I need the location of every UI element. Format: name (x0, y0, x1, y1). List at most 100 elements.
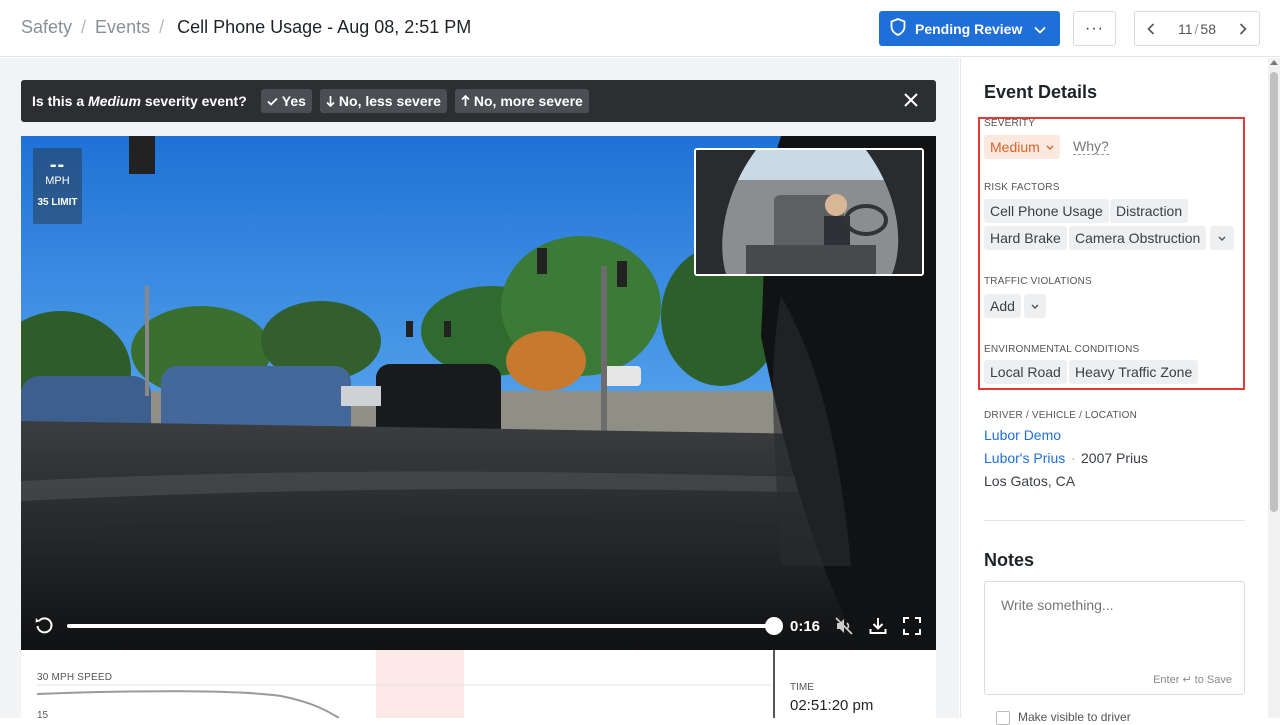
playback-scrubber[interactable] (67, 624, 774, 628)
event-details-title: Event Details (984, 82, 1098, 102)
risk-factors-label: RISK FACTORS (984, 182, 1060, 193)
severity-value: Medium (990, 139, 1040, 155)
arrow-up-icon (461, 95, 470, 106)
playhead-line (773, 650, 775, 718)
replay-button[interactable] (33, 614, 55, 636)
why-link[interactable]: Why? (1073, 138, 1109, 155)
severity-label: SEVERITY (984, 118, 1036, 129)
breadcrumb: Safety / Events / Cell Phone Usage - Aug 08,… (21, 17, 471, 38)
severity-prompt-bar: Is this a Medium severity event? Yes No,… (21, 80, 936, 122)
visible-to-driver-checkbox[interactable] (996, 711, 1010, 725)
time-value: 02:51:20 pm (790, 697, 874, 714)
event-location: Los Gatos, CA (984, 473, 1076, 489)
speed-axis-label: 30 MPH SPEED (37, 672, 113, 683)
check-icon (267, 97, 278, 106)
event-pager: 11/58 (1134, 11, 1260, 46)
scroll-up-arrow-icon[interactable] (1270, 60, 1278, 65)
risk-factor-tag[interactable]: Distraction (1110, 199, 1189, 223)
section-divider (984, 520, 1245, 521)
confirm-yes-button[interactable]: Yes (260, 89, 312, 113)
breadcrumb-safety[interactable]: Safety (21, 17, 72, 37)
risk-factor-tag[interactable]: Camera Obstruction (1069, 226, 1207, 250)
chevron-down-icon (1046, 145, 1054, 150)
shield-icon (890, 18, 906, 39)
environment-tag[interactable]: Local Road (984, 360, 1067, 384)
ellipsis-icon: ··· (1085, 19, 1104, 37)
notes-title: Notes (984, 550, 1035, 570)
event-details-panel: Event Details SEVERITY Medium Why? RISK … (960, 58, 1268, 725)
risk-factor-tag[interactable]: Hard Brake (984, 226, 1067, 250)
add-traffic-violation-button[interactable]: Add (984, 294, 1021, 318)
download-button[interactable] (867, 615, 889, 637)
time-label: TIME (790, 682, 814, 693)
risk-factor-tag[interactable]: Cell Phone Usage (984, 199, 1109, 223)
visible-to-driver-label: Make visible to driver (1018, 710, 1131, 724)
less-severe-label: No, less severe (338, 93, 441, 109)
chevron-right-icon (1239, 22, 1247, 35)
risk-factors-dropdown[interactable] (1210, 226, 1234, 250)
environment-tag[interactable]: Heavy Traffic Zone (1069, 360, 1199, 384)
vehicle-model: 2007 Prius (1081, 450, 1148, 466)
fullscreen-button[interactable] (901, 615, 923, 637)
download-icon (869, 618, 887, 634)
driver-camera-inset[interactable] (694, 148, 924, 276)
more-severe-label: No, more severe (473, 93, 583, 109)
breadcrumb-separator: / (159, 17, 165, 37)
playback-time: 0:16 (790, 618, 821, 635)
environmental-conditions-label: ENVIRONMENTAL CONDITIONS (984, 344, 1140, 355)
arrow-down-icon (326, 96, 335, 107)
pager-position: 11/58 (1167, 21, 1227, 37)
breadcrumb-separator: / (81, 17, 87, 37)
severity-dropdown[interactable]: Medium (984, 135, 1060, 159)
fullscreen-icon (903, 617, 921, 635)
pager-total: 58 (1200, 20, 1216, 37)
notes-save-hint: Enter ↵ to Save (1153, 674, 1232, 686)
severity-question: Is this a Medium severity event? (32, 93, 247, 109)
traffic-violations-dropdown[interactable] (1024, 294, 1046, 318)
speed-unit: MPH (45, 175, 70, 187)
chevron-down-icon (1218, 236, 1226, 241)
traffic-violations-label: TRAFFIC VIOLATIONS (984, 276, 1092, 287)
vehicle-link[interactable]: Lubor's Prius (984, 450, 1065, 466)
notes-input[interactable]: Write something... Enter ↵ to Save (984, 581, 1245, 695)
close-icon (904, 93, 918, 107)
more-severe-button[interactable]: No, more severe (454, 89, 589, 113)
notes-placeholder: Write something... (1001, 597, 1114, 613)
next-event-button[interactable] (1227, 12, 1259, 45)
prompt-suffix: severity event? (144, 93, 247, 109)
more-options-button[interactable]: ··· (1073, 11, 1116, 46)
driver-vehicle-location-label: DRIVER / VEHICLE / LOCATION (984, 410, 1138, 421)
speed-limit: 35 LIMIT (37, 197, 78, 208)
chevron-left-icon (1147, 22, 1155, 35)
chevron-down-icon (1031, 304, 1039, 309)
chevron-down-icon (1034, 21, 1046, 37)
breadcrumb-events[interactable]: Events (95, 17, 150, 37)
event-highlight-region (376, 650, 464, 718)
speed-series-line (36, 690, 340, 718)
pending-review-label: Pending Review (915, 20, 1023, 37)
replay-icon (35, 617, 53, 634)
prompt-prefix: Is this a (32, 93, 85, 109)
prompt-severity-word: Medium (88, 93, 141, 109)
mute-button[interactable] (833, 615, 855, 637)
previous-event-button[interactable] (1135, 12, 1167, 45)
volume-muted-icon (835, 617, 853, 635)
cabin-camera-frame (696, 150, 922, 274)
speed-chart: 30 MPH SPEED 15 TIME 02:51:20 pm (21, 650, 936, 721)
pending-review-button[interactable]: Pending Review (879, 11, 1060, 46)
speed-overlay: -- MPH 35 LIMIT (33, 148, 82, 224)
pager-current: 11 (1177, 20, 1193, 37)
less-severe-button[interactable]: No, less severe (319, 89, 447, 113)
vehicle-separator: · (1071, 450, 1076, 466)
top-header: Safety / Events / Cell Phone Usage - Aug 08,… (0, 0, 1280, 57)
event-video-player[interactable]: -- MPH 35 LIMIT 0:16 (21, 136, 936, 650)
speed-tick-label: 15 (37, 710, 49, 721)
driver-link[interactable]: Lubor Demo (984, 427, 1061, 443)
current-speed: -- (49, 154, 66, 176)
confirm-yes-label: Yes (281, 93, 306, 109)
pager-separator: / (1194, 20, 1199, 37)
scrubber-handle[interactable] (765, 617, 783, 635)
panel-scrollbar[interactable] (1268, 58, 1280, 718)
close-prompt-button[interactable] (902, 91, 920, 109)
scrollbar-thumb[interactable] (1270, 72, 1278, 512)
